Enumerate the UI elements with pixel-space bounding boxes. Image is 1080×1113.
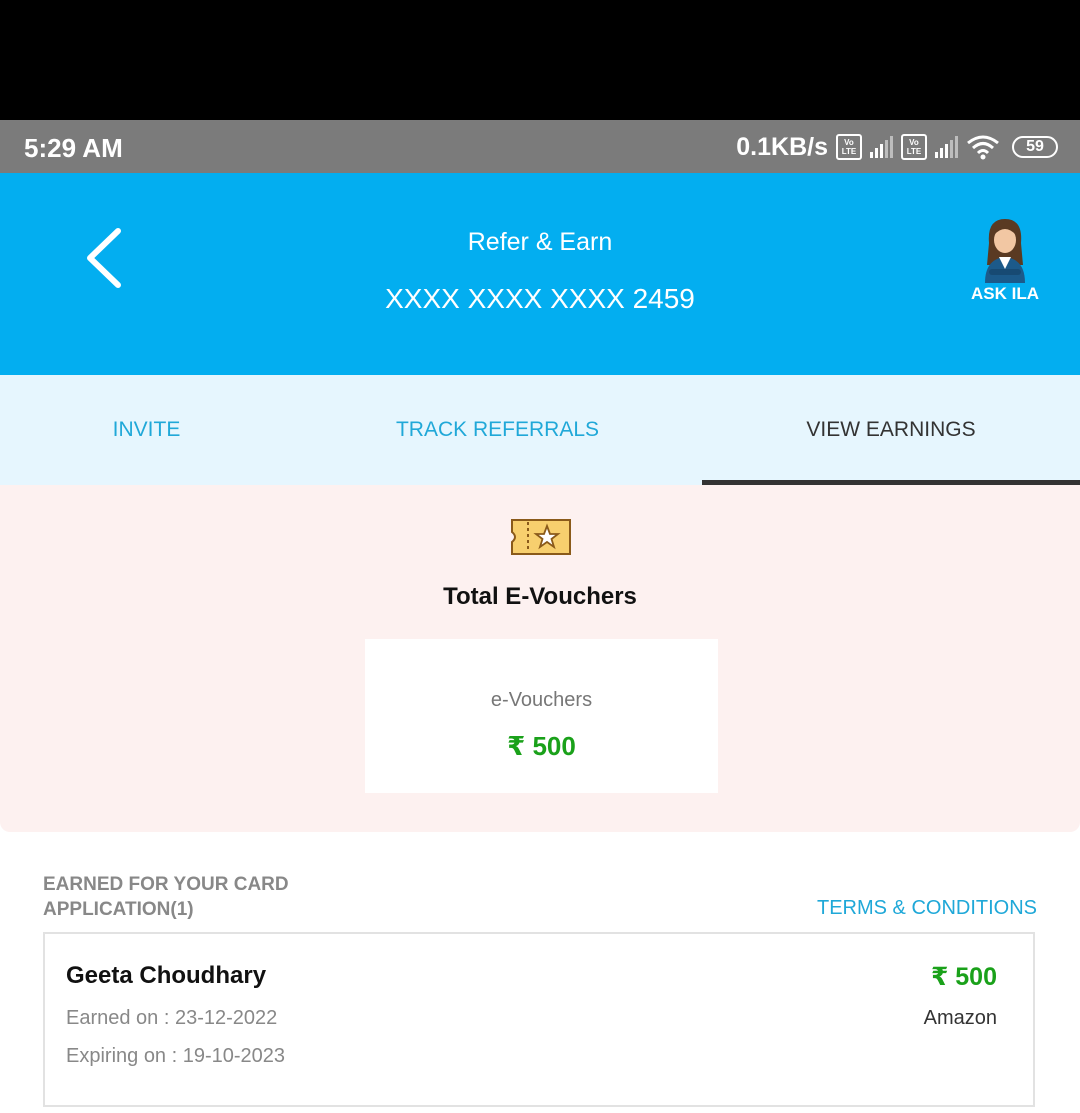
ask-ila-label: ASK ILA — [971, 284, 1039, 303]
volte-label-bottom: LTE — [841, 147, 857, 156]
expiring-on-date: Expiring on : 19-10-2023 — [66, 1045, 286, 1067]
volte-label-top: Vo — [909, 138, 919, 147]
earning-item[interactable]: Geeta Choudhary Earned on : 23-12-2022 E… — [43, 932, 1035, 1107]
volte-icon: Vo LTE — [836, 134, 862, 160]
tab-view-earnings[interactable]: VIEW EARNINGS — [702, 375, 1080, 485]
referral-name: Geeta Choudhary — [66, 962, 267, 989]
page-title: Refer & Earn — [467, 228, 613, 256]
network-speed: 0.1KB/s — [736, 132, 828, 161]
top-black-bar — [0, 0, 1080, 120]
voucher-ticket-star-icon — [511, 519, 571, 555]
signal-icon — [935, 136, 958, 158]
ask-ila-button[interactable]: ASK ILA — [965, 213, 1045, 304]
earned-on-date: Earned on : 23-12-2022 — [66, 1007, 278, 1029]
voucher-total-card: e-Vouchers ₹ 500 — [365, 639, 718, 793]
battery-icon: 59 — [1012, 136, 1058, 158]
signal-icon — [870, 136, 893, 158]
volte-label-top: Vo — [844, 138, 854, 147]
earnings-heading-line1: EARNED FOR YOUR CARD — [43, 874, 289, 895]
status-time: 5:29 AM — [24, 133, 123, 163]
status-bar: 5:29 AM 0.1KB/s Vo LTE Vo LTE 59 — [0, 120, 1080, 173]
assistant-avatar-icon — [985, 219, 1025, 283]
voucher-amount: ₹ 500 — [507, 731, 576, 761]
earnings-heading: EARNED FOR YOUR CARD APPLICATION(1) — [43, 872, 343, 922]
app-header: Refer & Earn XXXX XXXX XXXX 2459 ASK ILA — [0, 173, 1080, 375]
earning-amount: ₹ 500 — [930, 963, 997, 991]
tab-bar: INVITE TRACK REFERRALS VIEW EARNINGS — [0, 375, 1080, 485]
terms-conditions-link[interactable]: TERMS & CONDITIONS — [817, 897, 1037, 920]
tab-track-referrals[interactable]: TRACK REFERRALS — [293, 375, 702, 485]
card-number: XXXX XXXX XXXX 2459 — [385, 283, 695, 314]
volte-icon: Vo LTE — [901, 134, 927, 160]
summary-title: Total E-Vouchers — [443, 583, 637, 610]
voucher-brand: Amazon — [923, 1007, 997, 1029]
wifi-icon — [967, 135, 999, 160]
tab-invite[interactable]: INVITE — [0, 375, 293, 485]
earnings-heading-line2: APPLICATION(1) — [43, 899, 194, 920]
battery-level: 59 — [1026, 138, 1044, 155]
status-indicators: 0.1KB/s Vo LTE Vo LTE 59 — [736, 132, 1058, 162]
earnings-summary: Total E-Vouchers e-Vouchers ₹ 500 — [0, 485, 1080, 832]
volte-label-bottom: LTE — [906, 147, 922, 156]
voucher-label: e-Vouchers — [490, 689, 593, 711]
